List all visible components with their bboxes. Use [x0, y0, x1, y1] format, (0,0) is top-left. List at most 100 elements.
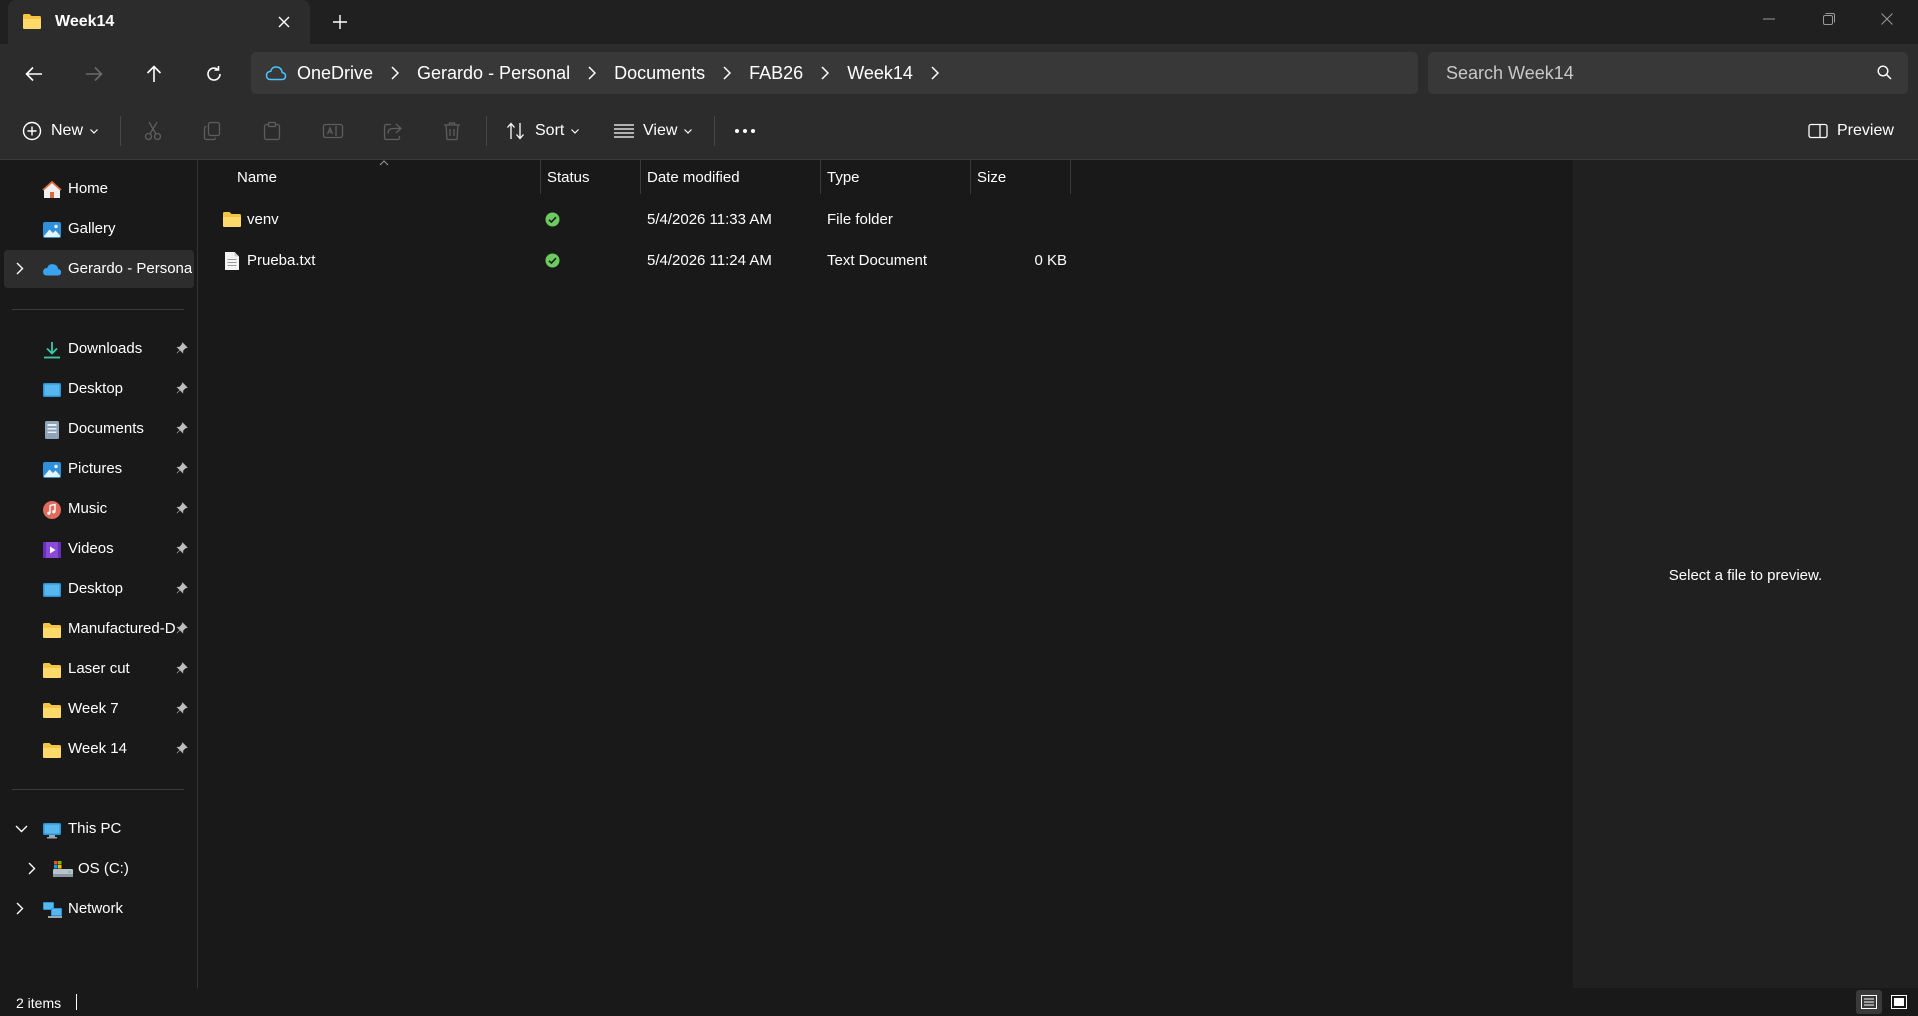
item-count: 2 items: [16, 995, 62, 1011]
file-size: 0 KB: [1034, 252, 1067, 269]
refresh-icon[interactable]: [198, 58, 230, 90]
text-file-icon: [224, 251, 240, 271]
pin-icon[interactable]: [176, 742, 188, 754]
back-arrow-icon[interactable]: [18, 58, 50, 90]
new-label: New: [51, 122, 84, 139]
copy-button[interactable]: [203, 115, 221, 147]
chevron-right-icon[interactable]: [16, 262, 24, 275]
chevron-right-icon[interactable]: [570, 63, 614, 83]
breadcrumb-gerardo-personal[interactable]: Gerardo - Personal: [417, 63, 570, 84]
new-button[interactable]: New: [22, 115, 98, 147]
details-view-button[interactable]: [1856, 990, 1882, 1014]
sidebar-item-week-14[interactable]: Week 14: [4, 730, 194, 768]
share-button[interactable]: [383, 115, 403, 147]
tab-week14[interactable]: Week14: [8, 0, 310, 44]
paste-button[interactable]: [263, 115, 281, 147]
minimize-icon[interactable]: [1746, 6, 1792, 32]
sidebar-item-os-c[interactable]: OS (C:): [4, 850, 194, 888]
pin-icon[interactable]: [176, 462, 188, 474]
breadcrumb-fab26[interactable]: FAB26: [749, 63, 803, 84]
sidebar-item-label: Gallery: [68, 220, 116, 237]
documents-icon: [42, 420, 62, 440]
large-icons-view-button[interactable]: [1886, 990, 1912, 1014]
chevron-right-icon[interactable]: [705, 63, 749, 83]
breadcrumb-week14[interactable]: Week14: [847, 63, 913, 84]
column-divider[interactable]: [540, 160, 541, 194]
pin-icon[interactable]: [176, 582, 188, 594]
chevron-right-icon[interactable]: [373, 63, 417, 83]
sidebar-item-music[interactable]: Music: [4, 490, 194, 528]
delete-button[interactable]: [443, 115, 461, 147]
column-header-size[interactable]: Size: [977, 160, 1067, 194]
downloads-icon: [42, 340, 62, 360]
file-row-venv[interactable]: venv 5/4/2026 11:33 AM File folder: [213, 201, 1273, 239]
cut-button[interactable]: [144, 115, 162, 147]
view-button[interactable]: View: [614, 115, 693, 147]
chevron-right-icon[interactable]: [28, 862, 36, 875]
sidebar-item-manufactured-d[interactable]: Manufactured-D: [4, 610, 194, 648]
file-date-modified: 5/4/2026 11:24 AM: [647, 252, 772, 269]
breadcrumb-onedrive[interactable]: OneDrive: [297, 63, 373, 84]
column-divider[interactable]: [640, 160, 641, 194]
sidebar-item-label: Week 14: [68, 740, 127, 757]
new-tab-icon[interactable]: [328, 10, 352, 34]
close-window-icon[interactable]: [1864, 6, 1910, 32]
pin-icon[interactable]: [176, 342, 188, 354]
sidebar-item-network[interactable]: Network: [4, 890, 194, 928]
videos-icon: [42, 540, 62, 560]
desktop-icon: [42, 380, 62, 400]
pin-icon[interactable]: [176, 502, 188, 514]
divider: [486, 116, 487, 146]
sidebar-item-downloads[interactable]: Downloads: [4, 330, 194, 368]
sync-status-ok-icon: [545, 253, 560, 268]
chevron-right-icon[interactable]: [913, 63, 957, 83]
sidebar-item-this-pc[interactable]: This PC: [4, 810, 194, 848]
preview-message: Select a file to preview.: [1668, 567, 1823, 584]
sidebar-item-gallery[interactable]: Gallery: [4, 210, 194, 248]
pin-icon[interactable]: [176, 702, 188, 714]
close-tab-icon[interactable]: [274, 12, 294, 32]
forward-arrow-icon[interactable]: [78, 58, 110, 90]
column-header-type[interactable]: Type: [827, 160, 967, 194]
pin-icon[interactable]: [176, 662, 188, 674]
restore-icon[interactable]: [1806, 6, 1852, 32]
sort-button[interactable]: Sort: [506, 115, 580, 147]
search-input[interactable]: Search Week14: [1428, 52, 1908, 94]
pin-icon[interactable]: [176, 542, 188, 554]
sidebar-item-label: Week 7: [68, 700, 119, 717]
chevron-right-icon[interactable]: [16, 902, 24, 915]
sidebar-item-videos[interactable]: Videos: [4, 530, 194, 568]
sidebar-item-laser-cut[interactable]: Laser cut: [4, 650, 194, 688]
pin-icon[interactable]: [176, 622, 188, 634]
address-bar[interactable]: OneDrive Gerardo - Personal Documents FA…: [251, 52, 1418, 94]
chevron-right-icon[interactable]: [803, 63, 847, 83]
sidebar-item-pictures[interactable]: Pictures: [4, 450, 194, 488]
more-options-button[interactable]: [734, 115, 756, 147]
column-divider[interactable]: [820, 160, 821, 194]
sidebar-item-home[interactable]: Home: [4, 170, 194, 208]
sidebar-item-week-7[interactable]: Week 7: [4, 690, 194, 728]
search-icon[interactable]: [1877, 65, 1892, 80]
chevron-down-icon: [90, 128, 98, 134]
pin-icon[interactable]: [176, 382, 188, 394]
rename-button[interactable]: [322, 115, 344, 147]
file-row-prueba-txt[interactable]: Prueba.txt 5/4/2026 11:24 AM Text Docume…: [213, 242, 1273, 280]
network-icon: [42, 900, 62, 920]
breadcrumb-documents[interactable]: Documents: [614, 63, 705, 84]
up-arrow-icon[interactable]: [138, 58, 170, 90]
this-pc-icon: [42, 820, 62, 840]
column-header-label: Date modified: [647, 168, 740, 186]
sidebar-item-gerardo-personal[interactable]: Gerardo - Personal: [4, 250, 194, 288]
sort-ascending-icon: [379, 160, 389, 166]
column-header-date-modified[interactable]: Date modified: [647, 160, 817, 194]
column-divider[interactable]: [1070, 160, 1071, 194]
column-divider[interactable]: [970, 160, 971, 194]
sidebar-item-desktop-2[interactable]: Desktop: [4, 570, 194, 608]
sidebar-item-documents[interactable]: Documents: [4, 410, 194, 448]
column-header-status[interactable]: Status: [547, 160, 637, 194]
chevron-down-icon[interactable]: [15, 825, 28, 833]
preview-pane-button[interactable]: Preview: [1808, 115, 1894, 147]
pin-icon[interactable]: [176, 422, 188, 434]
sidebar-item-desktop[interactable]: Desktop: [4, 370, 194, 408]
sidebar-item-label: Network: [68, 900, 124, 917]
